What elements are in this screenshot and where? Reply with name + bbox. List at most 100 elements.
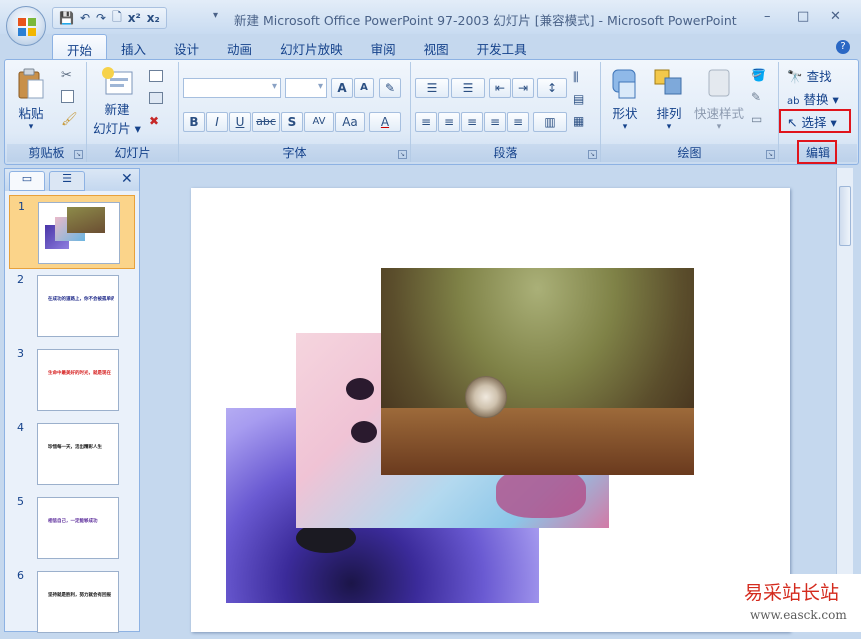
line-spacing-icon[interactable]: ↕ [537, 78, 567, 98]
scroll-thumb[interactable] [839, 186, 851, 246]
underline-button[interactable]: U [229, 112, 251, 132]
help-icon[interactable]: ? [836, 40, 850, 54]
columns-icon[interactable]: ▥ [533, 112, 567, 132]
tab-animations[interactable]: 动画 [213, 34, 266, 60]
reset-icon[interactable] [149, 92, 163, 104]
arrange-button[interactable]: 排列 ▾ [649, 68, 689, 132]
cut-icon[interactable]: ✂ [61, 68, 72, 83]
tab-insert[interactable]: 插入 [107, 34, 160, 60]
redo-icon[interactable]: ↷ [96, 11, 106, 25]
font-color-button[interactable]: A [369, 112, 401, 132]
slide-thumb-2[interactable]: 2 在成功的道路上，你不会被孤单的 [9, 269, 135, 343]
drawing-launcher-icon[interactable]: ↘ [766, 150, 775, 159]
bold-button[interactable]: B [183, 112, 205, 132]
slide-thumb-4[interactable]: 4 珍惜每一天，活出精彩人生 [9, 417, 135, 491]
berry-blur [496, 468, 586, 518]
tab-design[interactable]: 设计 [160, 34, 213, 60]
vertical-scrollbar[interactable] [836, 168, 853, 632]
layout-icon[interactable] [149, 70, 163, 82]
superscript-button[interactable]: x² [128, 11, 141, 25]
paste-button[interactable]: 粘贴 ▾ [13, 68, 49, 132]
clipboard-group: 粘贴 ▾ ✂ 🖌 剪贴板 ↘ [7, 62, 87, 162]
shadow-button[interactable]: S [281, 112, 303, 132]
shape-outline-icon[interactable]: ✎ [751, 90, 761, 104]
delete-slide-icon[interactable]: ✖ [149, 114, 159, 128]
shape-fill-icon[interactable]: 🪣 [751, 68, 766, 82]
tab-review[interactable]: 审阅 [357, 34, 410, 60]
new-slide-icon [102, 67, 133, 95]
find-icon: 🔭 [787, 69, 803, 84]
align-center-icon[interactable]: ≡ [438, 112, 460, 132]
new-slide-button[interactable]: 新建 幻灯片 ▾ [91, 66, 143, 137]
tab-home[interactable]: 开始 [52, 34, 108, 60]
shapes-button[interactable]: 形状 ▾ [605, 68, 645, 132]
window-title: 新建 Microsoft Office PowerPoint 97-2003 幻… [234, 13, 737, 28]
current-slide[interactable] [191, 188, 790, 632]
justify-icon[interactable]: ≡ [484, 112, 506, 132]
quick-styles-button[interactable]: 快速样式 ▾ [691, 68, 747, 132]
distributed-icon[interactable]: ≡ [507, 112, 529, 132]
slides-group-label: 幻灯片 [87, 144, 178, 162]
slide-preview: 在成功的道路上，你不会被孤单的 [37, 275, 119, 337]
slide-preview: 坚持就是胜利，努力就会有回报 [37, 571, 119, 633]
numbering-icon[interactable]: ☰ [451, 78, 485, 98]
save-icon[interactable]: 💾 [59, 11, 74, 25]
tab-developer[interactable]: 开发工具 [463, 34, 541, 60]
change-case-button[interactable]: Aa [335, 112, 365, 132]
decrease-indent-icon[interactable]: ⇤ [489, 78, 511, 98]
undo-icon[interactable]: ↶ [80, 11, 90, 25]
paragraph-launcher-icon[interactable]: ↘ [588, 150, 597, 159]
tab-slideshow[interactable]: 幻灯片放映 [266, 34, 357, 60]
shrink-font-button[interactable]: A [354, 78, 374, 98]
find-button[interactable]: 🔭 查找 [787, 66, 832, 85]
close-button[interactable]: ✕ [830, 9, 841, 24]
format-painter-icon[interactable]: 🖌 [61, 112, 78, 127]
subscript-button[interactable]: x₂ [147, 11, 160, 25]
arrange-icon [654, 69, 682, 95]
font-launcher-icon[interactable]: ↘ [398, 150, 407, 159]
smartart-icon[interactable]: ▦ [573, 114, 584, 128]
font-size-combo[interactable] [285, 78, 327, 98]
align-right-icon[interactable]: ≡ [461, 112, 483, 132]
close-pane-icon[interactable]: ✕ [121, 171, 133, 187]
tab-view[interactable]: 视图 [410, 34, 463, 60]
paragraph-group-label: 段落 [411, 144, 600, 162]
qat-customize-icon[interactable]: ▾ [213, 10, 218, 21]
print-preview-icon[interactable]: 🗋 [112, 8, 122, 29]
strikethrough-button[interactable]: abc [252, 112, 280, 132]
slide-thumb-5[interactable]: 5 相信自己，一定能够成功 [9, 491, 135, 565]
minimize-button[interactable]: – [764, 9, 771, 24]
copy-icon[interactable] [61, 90, 74, 103]
slide-number: 5 [17, 495, 24, 508]
outline-tab-icon[interactable]: ☰ [49, 171, 85, 191]
slide-thumb-3[interactable]: 3 生命中最美好的时光，就是现在 [9, 343, 135, 417]
align-text-icon[interactable]: ▤ [573, 92, 584, 106]
clipboard-launcher-icon[interactable]: ↘ [74, 150, 83, 159]
text-direction-icon[interactable]: ⫼ [573, 70, 579, 85]
font-name-combo[interactable] [183, 78, 281, 98]
char-spacing-button[interactable]: AV [304, 112, 334, 132]
office-button[interactable] [6, 6, 46, 46]
increase-indent-icon[interactable]: ⇥ [512, 78, 534, 98]
slides-tab-icon[interactable]: ▭ [9, 171, 45, 191]
shapes-icon [612, 69, 636, 99]
replace-button[interactable]: ab 替换 ▾ [787, 89, 839, 108]
shapes-label: 形状 [612, 106, 638, 121]
bullets-icon[interactable]: ☰ [415, 78, 449, 98]
replace-icon: ab [787, 96, 800, 107]
slide-number: 3 [17, 347, 24, 360]
clear-format-icon[interactable]: ✎ [379, 78, 401, 98]
align-left-icon[interactable]: ≡ [415, 112, 437, 132]
grow-font-button[interactable]: A [331, 78, 353, 98]
slide-preview: 生命中最美好的时光，就是现在 [37, 349, 119, 411]
slide-thumb-6[interactable]: 6 坚持就是胜利，努力就会有回报 [9, 565, 135, 639]
italic-button[interactable]: I [206, 112, 228, 132]
slide-thumb-1[interactable]: 1 [9, 195, 135, 269]
ribbon: 粘贴 ▾ ✂ 🖌 剪贴板 ↘ 新建 幻灯片 ▾ ✖ 幻灯片 A A ✎ [4, 59, 859, 165]
office-logo-icon [18, 18, 36, 36]
restore-button[interactable]: □ [797, 9, 809, 24]
paste-label: 粘贴 [18, 106, 44, 121]
snail-image[interactable] [381, 268, 694, 475]
shape-effects-icon[interactable]: ▭ [751, 112, 762, 126]
thumb-snail-image [67, 207, 105, 233]
